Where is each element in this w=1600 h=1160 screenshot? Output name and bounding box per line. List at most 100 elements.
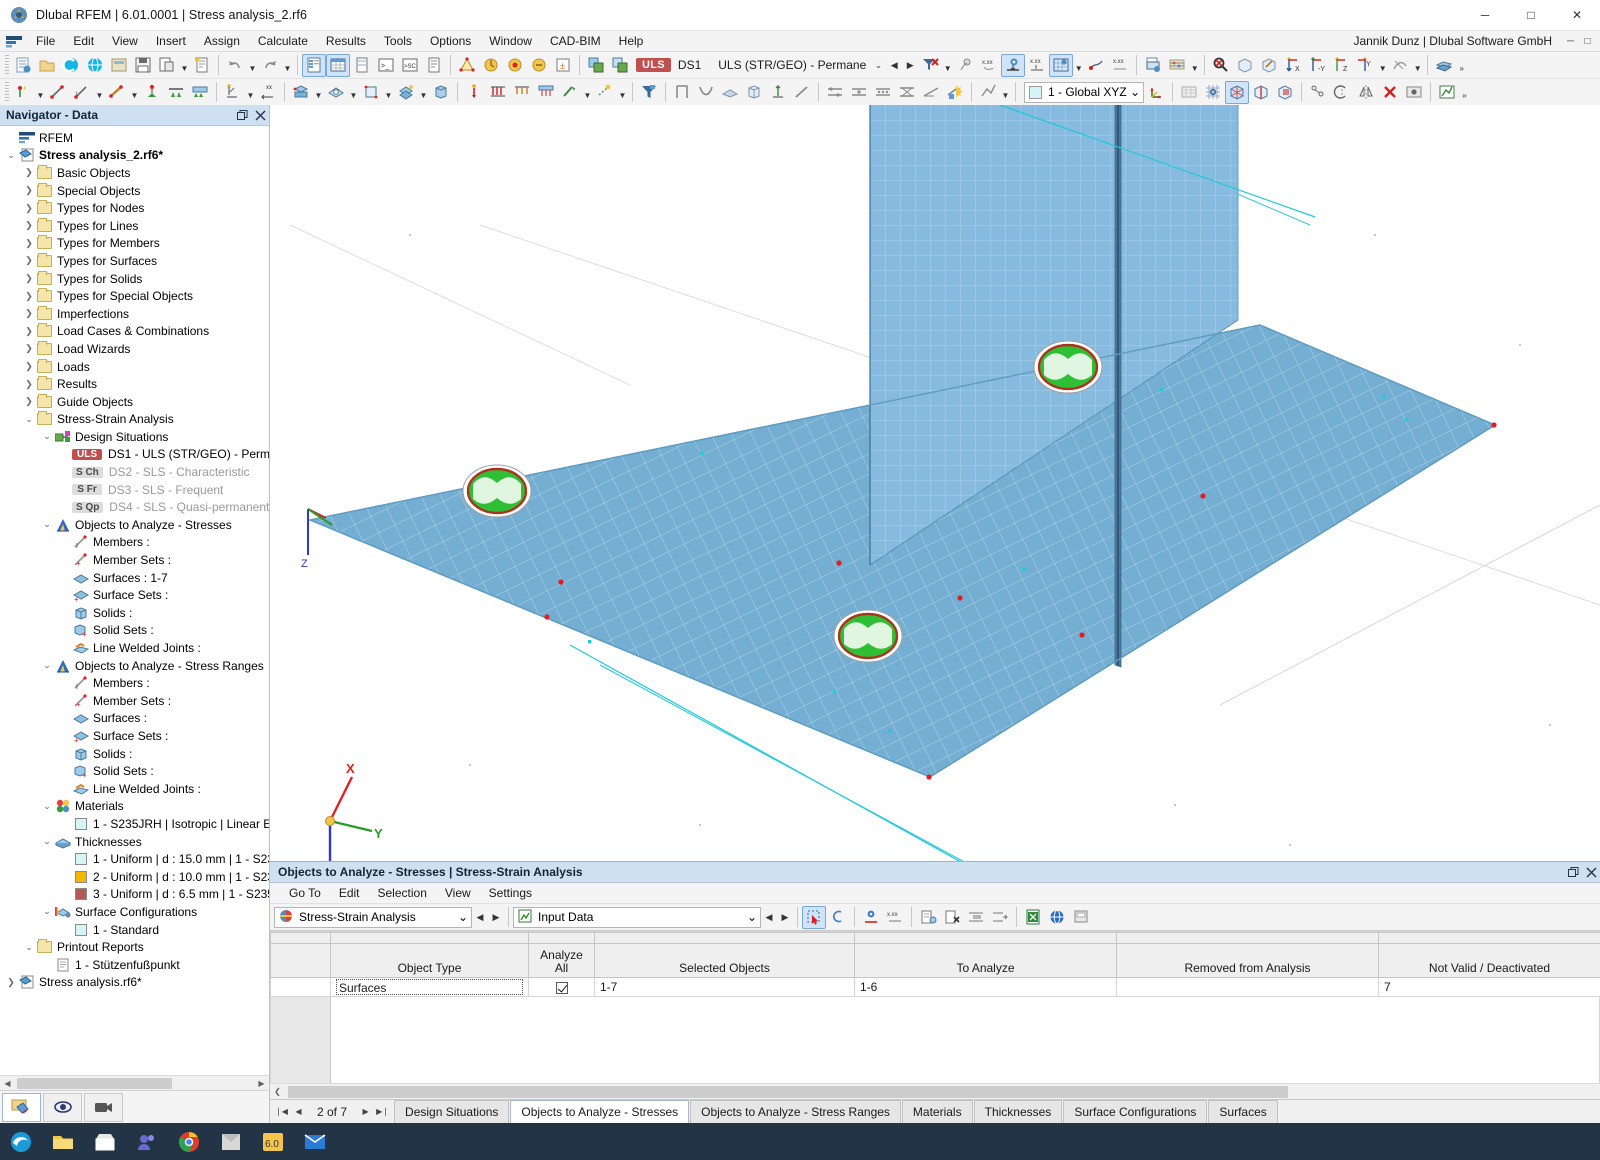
navigator-tree[interactable]: RFEM ⌄ Stress analysis_2.rf6* ❯ Basic Object… — [0, 126, 269, 1075]
new-surface-set-icon[interactable] — [394, 81, 418, 104]
result-graph-icon[interactable] — [976, 81, 1000, 104]
properties-panel-icon[interactable] — [350, 54, 374, 77]
tab-objects-to-analyze-stress-ranges[interactable]: Objects to Analyze - Stress Ranges — [690, 1100, 901, 1123]
taper-icon[interactable] — [919, 81, 943, 104]
chevron-down-icon[interactable]: ⌄ — [40, 519, 54, 530]
chevron-down-icon[interactable]: ⌄ — [22, 942, 36, 953]
grid-hscroll-thumb[interactable] — [288, 1085, 1288, 1098]
show-values-icon[interactable] — [859, 906, 883, 929]
new-opening-icon[interactable] — [324, 81, 348, 104]
tree-item[interactable]: + Solid Sets : — [0, 762, 269, 780]
printout-report-icon[interactable] — [190, 54, 214, 77]
save-as-icon[interactable] — [155, 54, 179, 77]
tree-item[interactable]: ULS DS1 - ULS (STR/GEO) - Permar — [0, 446, 269, 464]
rotate-object-icon[interactable] — [1330, 81, 1354, 104]
hscroll-thumb[interactable] — [17, 1077, 172, 1089]
menu-edit[interactable]: Edit — [64, 31, 103, 51]
result-diagram-icon[interactable] — [1084, 54, 1108, 77]
new-line-support-icon[interactable] — [164, 81, 188, 104]
web-export-icon[interactable] — [1045, 906, 1069, 929]
chevron-down-icon[interactable]: ⌄ — [40, 660, 54, 671]
section-icon[interactable] — [670, 81, 694, 104]
column-header[interactable]: Object Type — [330, 943, 529, 978]
catenary-icon[interactable] — [694, 81, 718, 104]
render-mode-icon[interactable] — [1432, 54, 1456, 77]
intersect-icon[interactable] — [895, 81, 919, 104]
menu-insert[interactable]: Insert — [147, 31, 195, 51]
row-header-cell[interactable] — [270, 977, 331, 997]
text-dimension-icon[interactable]: xx — [256, 81, 280, 104]
rfem-icon[interactable]: 6.0 — [260, 1129, 286, 1155]
tree-item[interactable]: ⌄ Objects to Analyze - Stresses — [0, 516, 269, 534]
dimension-icon[interactable] — [221, 81, 245, 104]
data-navigator-icon[interactable] — [2, 1092, 41, 1122]
tree-item[interactable]: Surfaces : — [0, 710, 269, 728]
calculation-abacus-icon[interactable] — [1165, 54, 1189, 77]
new-line-dimension-icon[interactable]: I — [70, 81, 94, 104]
deformation-display-icon[interactable] — [1001, 53, 1026, 77]
maximize-button[interactable]: □ — [1508, 0, 1554, 31]
print-preview-icon[interactable] — [1141, 54, 1165, 77]
chevron-right-icon[interactable]: ❯ — [22, 203, 36, 214]
toolbar-overflow-2[interactable]: » — [1459, 81, 1470, 104]
tree-item[interactable]: 1 - Standard — [0, 921, 269, 939]
tree-item[interactable]: ⌄ Design Situations — [0, 428, 269, 446]
new-model-icon[interactable] — [11, 54, 35, 77]
solid-box-icon[interactable] — [742, 81, 766, 104]
minimize-button[interactable]: ─ — [1462, 0, 1508, 31]
3d-viewport[interactable]: Z X Z Y — [270, 105, 1600, 861]
result-values-icon[interactable] — [953, 54, 977, 77]
table-menu-selection[interactable]: Selection — [369, 884, 436, 902]
tree-item[interactable]: ❯ Types for Lines — [0, 217, 269, 235]
tree-item[interactable]: ❯ Types for Members — [0, 235, 269, 253]
free-load-dropdown[interactable]: ▼ — [582, 81, 593, 104]
menu-assign[interactable]: Assign — [195, 31, 249, 51]
save-icon[interactable] — [131, 54, 155, 77]
chevron-down-icon[interactable]: ⌄ — [40, 431, 54, 442]
nodal-load-icon[interactable] — [462, 81, 486, 104]
tree-item[interactable]: Solids : — [0, 604, 269, 622]
tab-materials[interactable]: Materials — [901, 1100, 973, 1123]
imposed-load-icon[interactable] — [593, 81, 617, 104]
cell-analyze-all[interactable] — [528, 977, 595, 997]
chevron-down-icon[interactable]: ⌄ — [22, 414, 36, 425]
mdi-minimize-button[interactable]: ─ — [1562, 33, 1579, 50]
tree-item[interactable]: Surfaces : 1-7 — [0, 569, 269, 587]
navigator-panel-icon[interactable] — [302, 53, 326, 77]
hscroll-left-arrow[interactable]: ◀ — [0, 1076, 15, 1091]
view-z-icon[interactable]: Z — [1329, 54, 1353, 77]
table-close-icon[interactable] — [1582, 863, 1600, 882]
chevron-down-icon[interactable]: ⌄ — [40, 801, 54, 812]
insert-row-icon[interactable] — [916, 906, 940, 929]
work-plane-icon[interactable] — [1177, 81, 1201, 104]
tree-item[interactable]: ❯ Results — [0, 375, 269, 393]
toolbar-grip[interactable] — [5, 55, 9, 75]
view-y-icon[interactable]: -Y — [1305, 54, 1329, 77]
tree-item[interactable]: ❯ Basic Objects — [0, 164, 269, 182]
cell-not-valid[interactable]: 7 — [1378, 977, 1600, 997]
tree-item[interactable]: ⌄ Materials — [0, 798, 269, 816]
zoom-all-icon[interactable] — [1233, 54, 1257, 77]
tree-item[interactable]: ⌄ Printout Reports — [0, 938, 269, 956]
chevron-right-icon[interactable]: ❯ — [22, 185, 36, 196]
export-excel-icon[interactable] — [1021, 906, 1045, 929]
delete-row-icon[interactable] — [940, 906, 964, 929]
tree-item[interactable]: ❯ Stress analysis.rf6* — [0, 974, 269, 992]
open-model-icon[interactable] — [35, 54, 59, 77]
cell-object-type[interactable]: Surfaces — [330, 977, 529, 997]
tree-item[interactable]: + Surface Sets : — [0, 727, 269, 745]
teams-icon[interactable] — [134, 1129, 160, 1155]
grid-hscrollbar[interactable]: ❮ — [270, 1083, 1600, 1099]
value-display-icon[interactable]: x.xx — [1025, 54, 1049, 77]
new-support-icon[interactable] — [140, 81, 164, 104]
column-header[interactable]: Analyze All — [528, 943, 595, 978]
module-next-button[interactable]: ▶ — [488, 906, 504, 928]
tree-item[interactable]: ⌄ Objects to Analyze - Stress Ranges — [0, 657, 269, 675]
tree-item[interactable]: Solids : — [0, 745, 269, 763]
table-row[interactable]: Surfaces 1-7 1-6 7 — [270, 977, 1600, 997]
cell-selected-objects[interactable]: 1-7 — [594, 977, 855, 997]
surface-load-icon[interactable] — [534, 81, 558, 104]
mirror-icon[interactable] — [1354, 81, 1378, 104]
object-type-editor[interactable]: Surfaces — [336, 979, 523, 995]
pager-last-button[interactable]: ▶❘ — [375, 1102, 390, 1122]
